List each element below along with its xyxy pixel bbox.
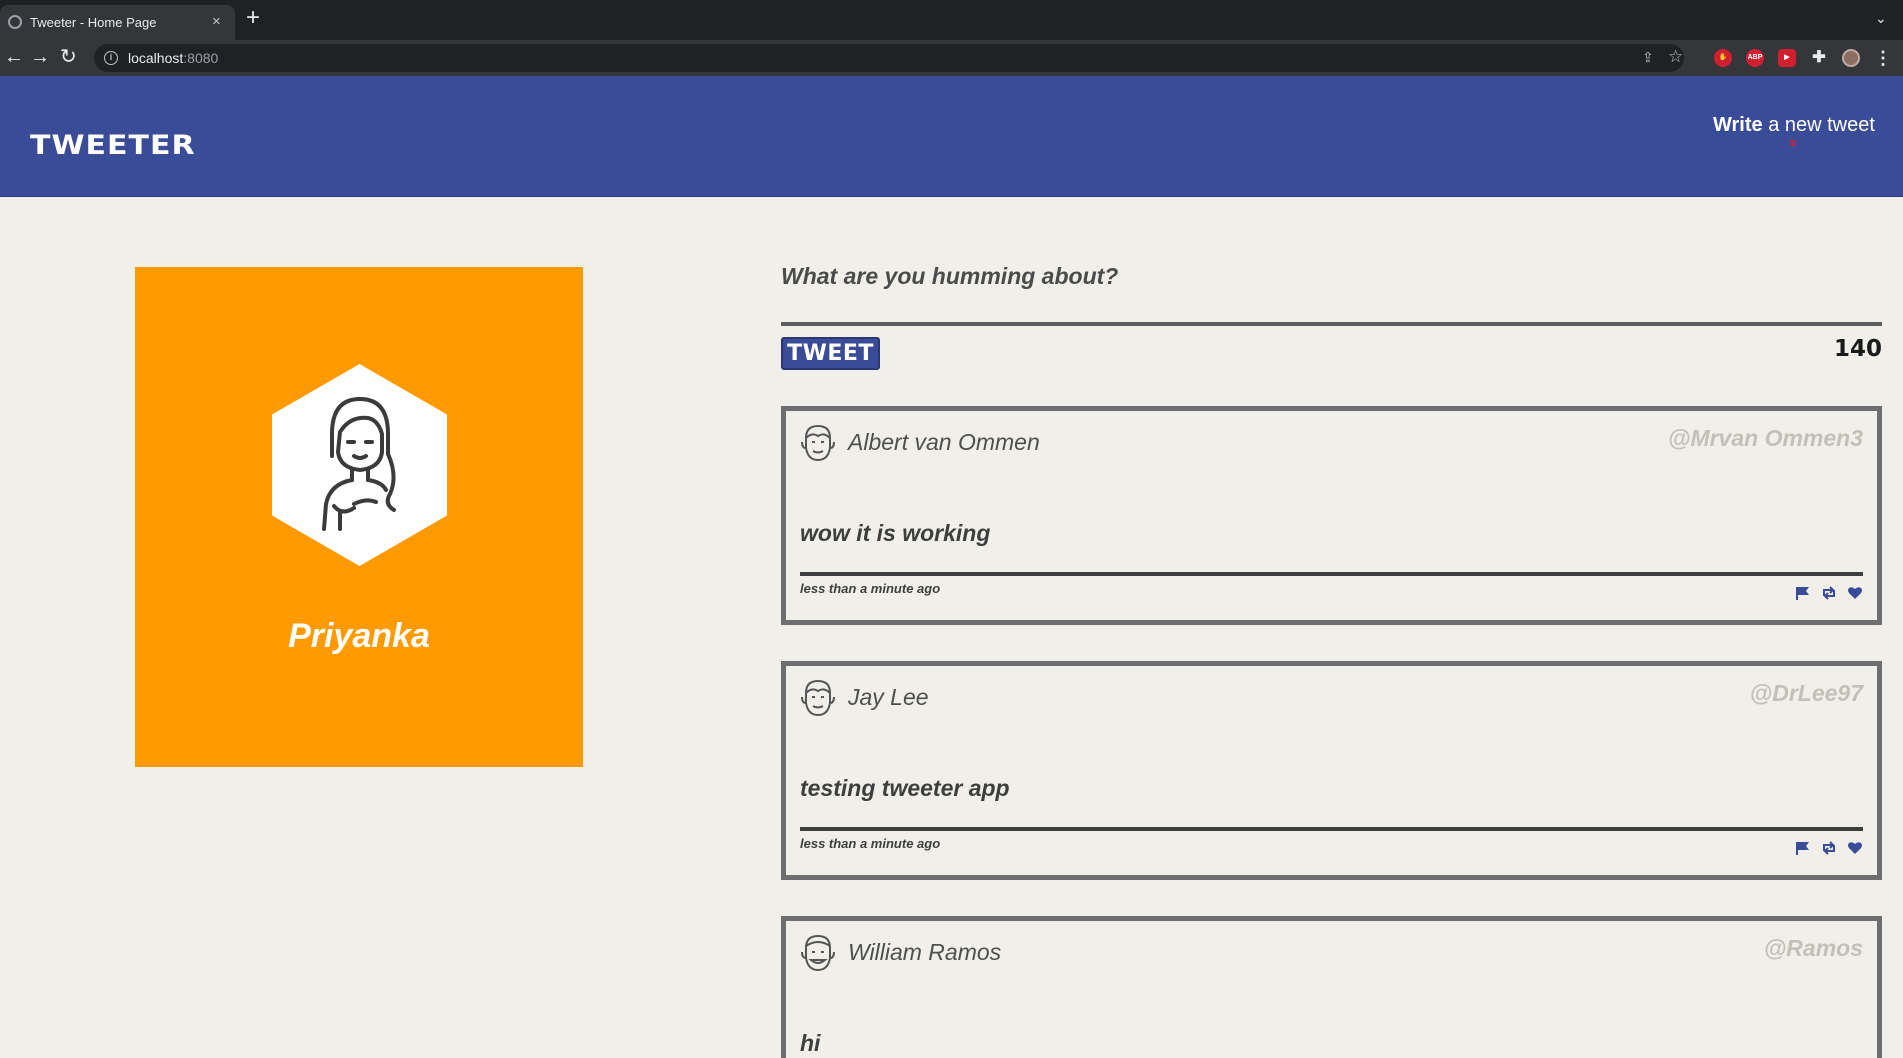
tab-title: Tweeter - Home Page xyxy=(30,15,157,30)
tweet-handle: @DrLee97 xyxy=(1749,680,1863,706)
profile-name: Priyanka xyxy=(288,617,430,655)
write-tweet-link[interactable]: Write a new tweet xyxy=(1713,114,1875,137)
tweet-card: William Ramos @Ramos hi xyxy=(781,916,1882,1058)
tweet-divider xyxy=(800,572,1863,576)
heart-icon[interactable] xyxy=(1847,586,1863,600)
char-counter: 140 xyxy=(1833,336,1882,362)
browser-tabstrip: Tweeter - Home Page × + ⌄ xyxy=(0,0,1903,40)
globe-icon xyxy=(8,15,22,29)
extension-red-icon[interactable]: ▶ xyxy=(1778,49,1796,67)
puzzle-icon[interactable]: ✚ xyxy=(1810,49,1828,67)
url-text: localhost:8080 xyxy=(128,50,219,66)
profile-avatar-icon[interactable] xyxy=(1842,49,1860,67)
browser-tab[interactable]: Tweeter - Home Page × xyxy=(0,5,235,40)
flag-icon[interactable] xyxy=(1795,841,1811,855)
tweet-timestamp: less than a minute ago xyxy=(800,581,941,596)
tweet-text: hi xyxy=(800,1030,821,1056)
address-bar[interactable]: i localhost:8080 ⇪ ☆ xyxy=(94,44,1684,72)
tweet-timestamp: less than a minute ago xyxy=(800,836,941,851)
face-icon xyxy=(801,934,835,972)
profile-card: Priyanka xyxy=(135,267,583,767)
stop-hand-icon[interactable]: ✋ xyxy=(1714,49,1732,67)
face-icon xyxy=(801,424,835,462)
info-icon[interactable]: i xyxy=(104,51,118,65)
tweet-handle: @Ramos xyxy=(1763,935,1863,961)
new-tab-button[interactable]: + xyxy=(246,6,260,30)
tweet-author: Jay Lee xyxy=(848,684,929,710)
tweet-handle: @Mrvan Ommen3 xyxy=(1668,425,1863,451)
tweet-author: Albert van Ommen xyxy=(848,429,1040,455)
tweet-divider xyxy=(800,827,1863,831)
chevron-down-icon[interactable]: ⌄ xyxy=(1875,10,1887,27)
tweet-author: William Ramos xyxy=(848,939,1002,965)
flag-icon[interactable] xyxy=(1795,586,1811,600)
app-logo[interactable]: TWEETER xyxy=(30,130,196,162)
app-header: TWEETER Write a new tweet » xyxy=(0,76,1903,197)
avatar-icon xyxy=(322,397,396,531)
face-icon xyxy=(801,679,835,717)
tweet-text: wow it is working xyxy=(800,520,991,546)
compose-input-underline[interactable] xyxy=(781,322,1882,326)
back-icon[interactable]: ← xyxy=(4,46,24,68)
compose-prompt[interactable]: What are you humming about? xyxy=(781,263,1118,290)
tweet-text: testing tweeter app xyxy=(800,775,1010,801)
browser-toolbar: ← → ↻ i localhost:8080 ⇪ ☆ ✋ ABP ▶ ✚ ⋮ xyxy=(0,40,1903,76)
tweet-card: Albert van Ommen @Mrvan Ommen3 wow it is… xyxy=(781,406,1882,625)
tweet-button[interactable]: TWEET xyxy=(781,337,880,370)
tweet-actions xyxy=(1795,586,1863,600)
tweet-actions xyxy=(1795,841,1863,855)
close-icon[interactable]: × xyxy=(212,13,221,30)
reload-icon[interactable]: ↻ xyxy=(60,46,77,68)
adblock-icon[interactable]: ABP xyxy=(1746,49,1764,67)
star-icon[interactable]: ☆ xyxy=(1668,47,1683,67)
forward-icon[interactable]: → xyxy=(30,46,50,68)
double-chevron-down-icon[interactable]: » xyxy=(1785,136,1802,150)
retweet-icon[interactable] xyxy=(1821,586,1837,600)
share-icon[interactable]: ⇪ xyxy=(1642,49,1654,66)
retweet-icon[interactable] xyxy=(1821,841,1837,855)
avatar xyxy=(272,364,447,566)
kebab-menu-icon[interactable]: ⋮ xyxy=(1874,49,1892,67)
tweet-card: Jay Lee @DrLee97 testing tweeter app les… xyxy=(781,661,1882,880)
heart-icon[interactable] xyxy=(1847,841,1863,855)
